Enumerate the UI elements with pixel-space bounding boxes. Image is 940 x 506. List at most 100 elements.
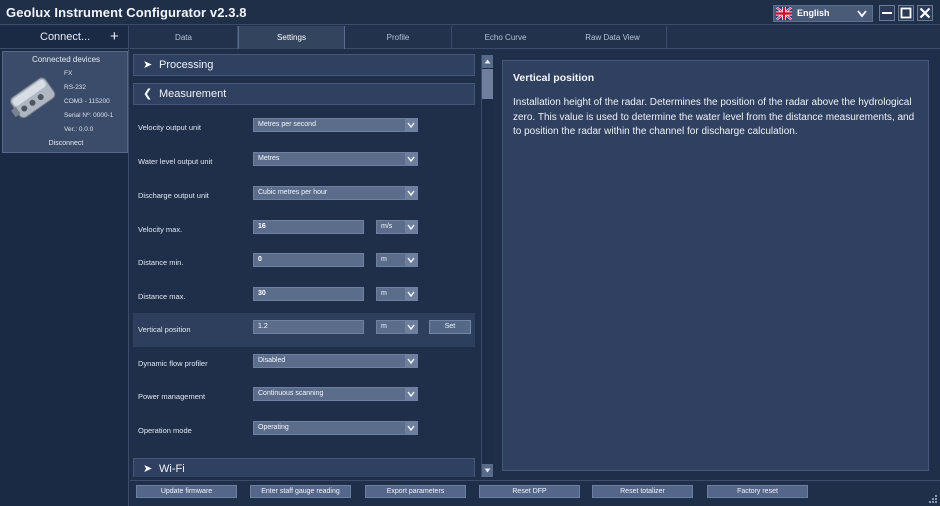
row-vertical-position[interactable]: Vertical position 1.2 m Set <box>133 313 475 347</box>
dynamic-flow-profiler-label: Dynamic flow profiler <box>138 359 208 368</box>
title-bar: Geolux Instrument Configurator v2.3.8 En… <box>0 0 940 25</box>
distance-max-input[interactable]: 30 <box>253 287 364 301</box>
discharge-output-unit-value: Cubic metres per hour <box>258 189 328 196</box>
chevron-left-icon: ❮ <box>143 88 153 100</box>
section-processing[interactable]: ➤ Processing <box>133 54 475 76</box>
velocity-max-unit-value: m/s <box>381 223 393 230</box>
app-title: Geolux Instrument Configurator v2.3.8 <box>6 5 247 20</box>
tab-data[interactable]: Data <box>130 26 238 49</box>
device-version: Ver.: 0.0.0 <box>64 126 94 133</box>
dynamic-flow-profiler-select[interactable]: Disabled <box>253 354 418 368</box>
water-level-output-unit-value: Metres <box>258 155 280 162</box>
settings-panel: ➤ Processing ❮ Measurement Velocity outp… <box>131 52 478 477</box>
device-serial: Serial Nº: 0000-1 <box>64 112 114 119</box>
minimize-icon[interactable] <box>879 5 895 21</box>
tab-settings[interactable]: Settings <box>238 26 345 49</box>
power-management-label: Power management <box>138 392 206 401</box>
row-operation-mode: Operation mode Operating <box>133 414 475 448</box>
row-velocity-output-unit: Velocity output unit Metres per second <box>133 111 475 145</box>
power-management-select[interactable]: Continuous scanning <box>253 387 418 401</box>
device-port: COM3 - 115200 <box>64 98 110 105</box>
row-distance-max: Distance max. 30 m <box>133 280 475 314</box>
operation-mode-select[interactable]: Operating <box>253 421 418 435</box>
discharge-output-unit-label: Discharge output unit <box>138 191 209 200</box>
tab-echo-curve[interactable]: Echo Curve <box>452 26 559 49</box>
distance-min-value: 0 <box>258 256 262 263</box>
distance-max-unit-select[interactable]: m <box>376 287 418 301</box>
chevron-down-icon <box>405 321 417 333</box>
chevron-down-icon <box>405 288 417 300</box>
resize-grip-icon[interactable] <box>928 494 938 504</box>
section-wifi[interactable]: ➤ Wi-Fi <box>133 458 475 477</box>
chevron-down-icon <box>405 119 417 131</box>
set-button[interactable]: Set <box>429 320 471 334</box>
enter-staff-gauge-button[interactable]: Enter staff gauge reading <box>250 485 351 498</box>
device-model: FX <box>64 70 73 77</box>
connect-button[interactable]: Connect... + <box>0 26 129 49</box>
factory-reset-button[interactable]: Factory reset <box>707 485 808 498</box>
help-text: Installation height of the radar. Determ… <box>513 97 915 137</box>
export-parameters-button[interactable]: Export parameters <box>365 485 466 498</box>
device-interface: RS-232 <box>64 84 87 91</box>
operation-mode-label: Operation mode <box>138 426 192 435</box>
connect-label: Connect... <box>40 31 91 43</box>
section-measurement-label: Measurement <box>159 88 227 100</box>
row-dynamic-flow-profiler: Dynamic flow profiler Disabled <box>133 347 475 381</box>
help-title: Vertical position <box>513 72 595 84</box>
distance-max-unit-value: m <box>381 290 387 297</box>
water-level-output-unit-label: Water level output unit <box>138 157 213 166</box>
maximize-icon[interactable] <box>898 5 914 21</box>
sidebar: Connect... + Connected devices FX RS-232… <box>0 26 129 506</box>
chevron-down-icon <box>405 388 417 400</box>
distance-min-input[interactable]: 0 <box>253 253 364 267</box>
operation-mode-value: Operating <box>258 424 289 431</box>
distance-min-unit-value: m <box>381 256 387 263</box>
language-label: English <box>797 8 830 18</box>
row-water-level-output-unit: Water level output unit Metres <box>133 145 475 179</box>
section-processing-label: Processing <box>159 59 214 71</box>
vertical-position-unit-value: m <box>381 323 387 330</box>
reset-dfp-button[interactable]: Reset DFP <box>479 485 580 498</box>
connected-devices-title: Connected devices <box>31 55 101 64</box>
power-management-value: Continuous scanning <box>258 390 324 397</box>
chevron-down-icon <box>405 153 417 165</box>
row-velocity-max: Velocity max. 16 m/s <box>133 213 475 247</box>
chevron-down-icon <box>405 187 417 199</box>
scroll-thumb[interactable] <box>482 69 493 99</box>
help-panel: Vertical position Installation height of… <box>502 60 929 471</box>
close-icon[interactable] <box>917 5 933 21</box>
vertical-position-label: Vertical position <box>138 325 191 334</box>
row-discharge-output-unit: Discharge output unit Cubic metres per h… <box>133 179 475 213</box>
chevron-down-icon <box>405 254 417 266</box>
scroll-up-icon[interactable] <box>482 55 493 68</box>
velocity-max-label: Velocity max. <box>138 225 183 234</box>
chevron-down-icon <box>405 355 417 367</box>
reset-totalizer-button[interactable]: Reset totalizer <box>592 485 693 498</box>
section-wifi-label: Wi-Fi <box>159 463 185 475</box>
section-measurement[interactable]: ❮ Measurement <box>133 83 475 105</box>
chevron-right-icon: ➤ <box>143 463 153 475</box>
discharge-output-unit-select[interactable]: Cubic metres per hour <box>253 186 418 200</box>
velocity-max-value: 16 <box>258 223 266 230</box>
plus-icon[interactable]: + <box>110 29 119 44</box>
vertical-position-input[interactable]: 1.2 <box>253 320 364 334</box>
velocity-output-unit-label: Velocity output unit <box>138 123 201 132</box>
connected-device-card[interactable]: Connected devices FX RS-232 COM3 - 11520… <box>2 51 128 153</box>
velocity-max-input[interactable]: 16 <box>253 220 364 234</box>
tab-profile[interactable]: Profile <box>345 26 452 49</box>
language-select[interactable]: English <box>773 5 873 22</box>
disconnect-link[interactable]: Disconnect <box>3 140 129 147</box>
scroll-down-icon[interactable] <box>482 464 493 477</box>
distance-min-label: Distance min. <box>138 258 184 267</box>
chevron-down-icon <box>857 10 867 18</box>
settings-scrollbar[interactable] <box>481 55 493 477</box>
vertical-position-value: 1.2 <box>258 323 268 330</box>
distance-min-unit-select[interactable]: m <box>376 253 418 267</box>
velocity-max-unit-select[interactable]: m/s <box>376 220 418 234</box>
distance-max-label: Distance max. <box>138 292 186 301</box>
tab-raw-data-view[interactable]: Raw Data View <box>559 26 667 49</box>
velocity-output-unit-select[interactable]: Metres per second <box>253 118 418 132</box>
vertical-position-unit-select[interactable]: m <box>376 320 418 334</box>
update-firmware-button[interactable]: Update firmware <box>136 485 237 498</box>
water-level-output-unit-select[interactable]: Metres <box>253 152 418 166</box>
